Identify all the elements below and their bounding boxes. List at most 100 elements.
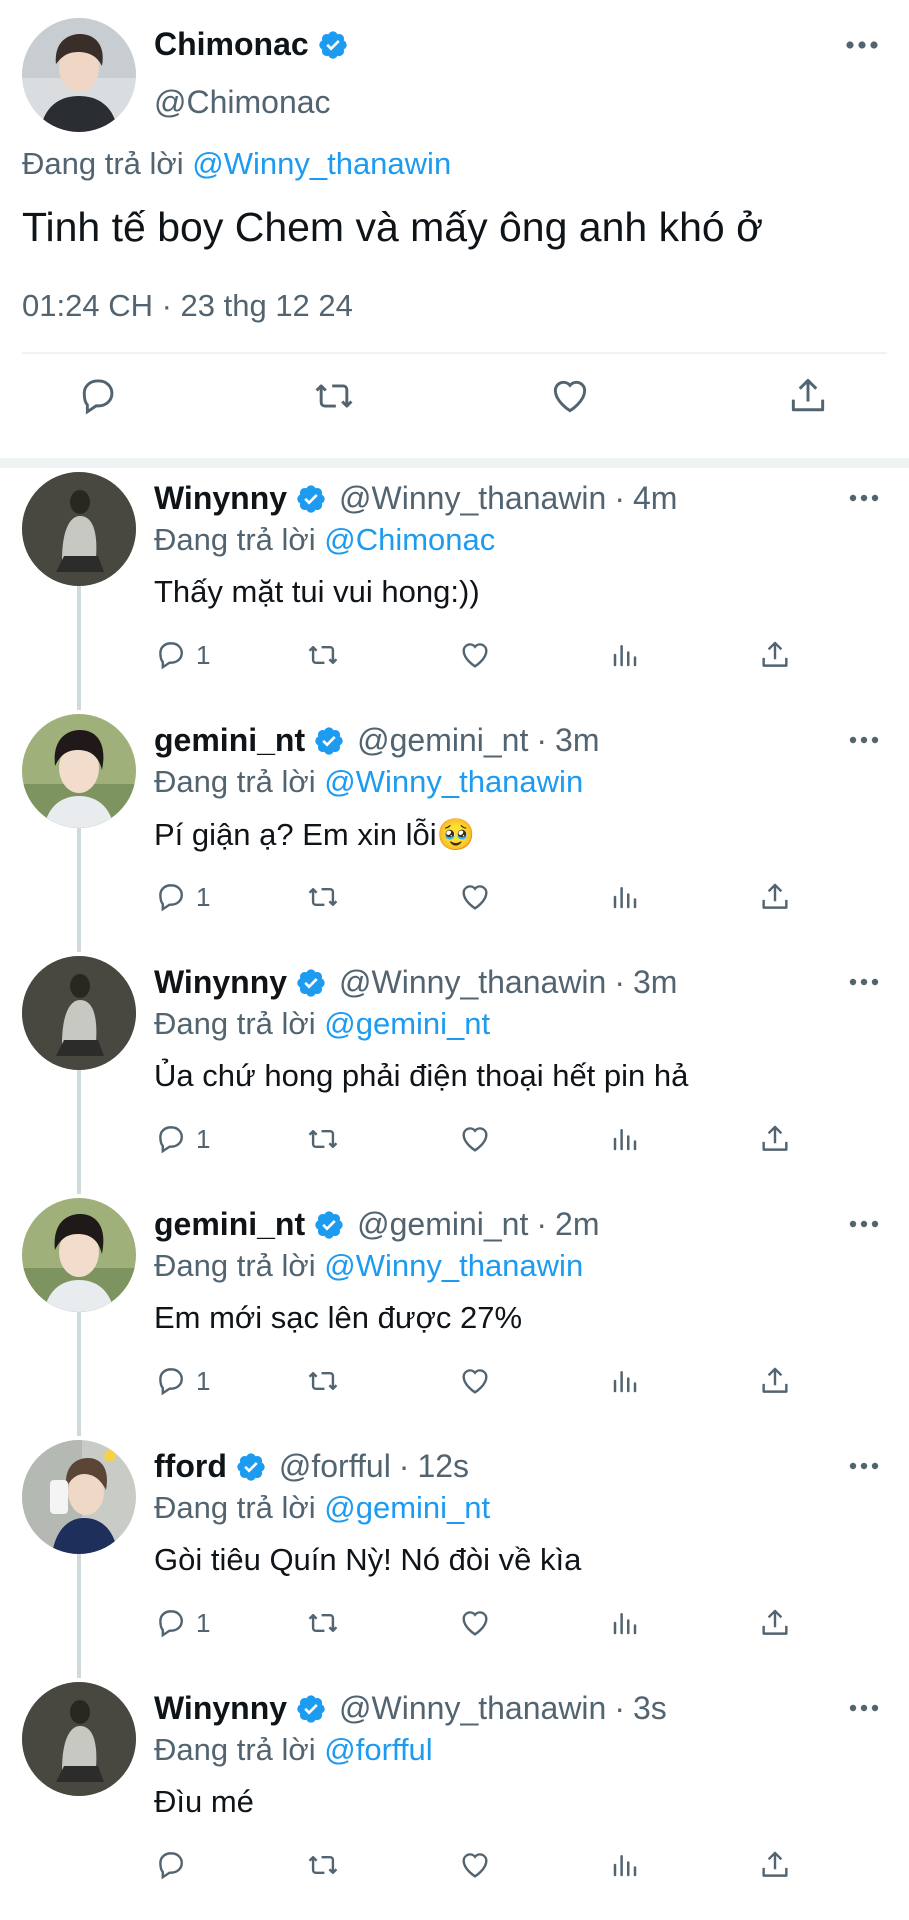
reply-icon[interactable] bbox=[154, 1364, 188, 1398]
avatar[interactable] bbox=[22, 1682, 136, 1796]
relative-time[interactable]: 3s bbox=[633, 1690, 667, 1727]
more-options-icon[interactable] bbox=[849, 1220, 879, 1228]
relative-time[interactable]: 4m bbox=[633, 480, 677, 517]
action-bar: 1 bbox=[0, 638, 909, 688]
avatar[interactable] bbox=[22, 18, 136, 132]
handle[interactable]: @forfful bbox=[279, 1448, 391, 1485]
display-name-text[interactable]: Chimonac bbox=[154, 26, 309, 63]
more-options-icon[interactable] bbox=[849, 978, 879, 986]
retweet-icon[interactable] bbox=[304, 638, 342, 672]
mention-link[interactable]: @Chimonac bbox=[324, 522, 495, 557]
retweet-icon[interactable] bbox=[304, 1122, 342, 1156]
views-icon[interactable] bbox=[610, 880, 640, 914]
display-name[interactable]: Winynny bbox=[154, 1690, 287, 1727]
relative-time[interactable]: 2m bbox=[555, 1206, 599, 1243]
replying-to: Đang trả lời @Winny_thanawin bbox=[22, 146, 451, 182]
more-options-icon[interactable] bbox=[845, 40, 879, 50]
reply-button[interactable] bbox=[154, 1848, 196, 1882]
avatar[interactable] bbox=[22, 1440, 136, 1554]
reply-button[interactable]: 1 bbox=[154, 1122, 210, 1156]
share-icon[interactable] bbox=[758, 638, 792, 672]
views-icon[interactable] bbox=[610, 1364, 640, 1398]
mention-link[interactable]: @gemini_nt bbox=[324, 1490, 490, 1525]
reply-button[interactable]: 1 bbox=[154, 1606, 210, 1640]
retweet-icon[interactable] bbox=[304, 1848, 342, 1882]
share-icon[interactable] bbox=[758, 880, 792, 914]
reply-tweet[interactable]: Winynny @Winny_thanawin · 4m Đang trả lờ… bbox=[0, 470, 909, 712]
share-icon[interactable] bbox=[786, 374, 830, 418]
verified-badge-icon bbox=[295, 967, 327, 999]
display-name[interactable]: fford bbox=[154, 1448, 227, 1485]
like-icon[interactable] bbox=[457, 1606, 493, 1640]
reply-tweet[interactable]: fford @forfful · 12s Đang trả lời @gemin… bbox=[0, 1438, 909, 1680]
views-icon[interactable] bbox=[610, 1122, 640, 1156]
reply-tweet[interactable]: Winynny @Winny_thanawin · 3s Đang trả lờ… bbox=[0, 1680, 909, 1920]
reply-button[interactable]: 1 bbox=[154, 1364, 210, 1398]
verified-badge-icon bbox=[295, 483, 327, 515]
like-icon[interactable] bbox=[548, 374, 592, 418]
views-icon[interactable] bbox=[610, 1848, 640, 1882]
reply-tweet[interactable]: Winynny @Winny_thanawin · 3m Đang trả lờ… bbox=[0, 954, 909, 1196]
replying-to: Đang trả lời @gemini_nt bbox=[154, 1006, 490, 1042]
handle[interactable]: @Winny_thanawin bbox=[339, 1690, 606, 1727]
handle[interactable]: @Winny_thanawin bbox=[339, 480, 606, 517]
share-icon[interactable] bbox=[758, 1364, 792, 1398]
avatar[interactable] bbox=[22, 472, 136, 586]
display-name[interactable]: gemini_nt bbox=[154, 1206, 305, 1243]
share-icon[interactable] bbox=[758, 1122, 792, 1156]
more-options-icon[interactable] bbox=[849, 1462, 879, 1470]
more-options-icon[interactable] bbox=[849, 1704, 879, 1712]
views-icon[interactable] bbox=[610, 1606, 640, 1640]
like-icon[interactable] bbox=[457, 1364, 493, 1398]
mention-link[interactable]: @Winny_thanawin bbox=[324, 1248, 583, 1283]
display-name[interactable]: Winynny bbox=[154, 480, 287, 517]
display-name[interactable]: gemini_nt bbox=[154, 722, 305, 759]
display-name[interactable]: Winynny bbox=[154, 964, 287, 1001]
reply-button[interactable]: 1 bbox=[154, 880, 210, 914]
like-icon[interactable] bbox=[457, 638, 493, 672]
like-icon[interactable] bbox=[457, 1848, 493, 1882]
action-bar: 1 bbox=[0, 1364, 909, 1414]
mention-link[interactable]: @Winny_thanawin bbox=[324, 764, 583, 799]
mention-link[interactable]: @Winny_thanawin bbox=[192, 146, 451, 181]
avatar[interactable] bbox=[22, 714, 136, 828]
display-name[interactable]: Chimonac bbox=[154, 26, 349, 63]
views-icon[interactable] bbox=[610, 638, 640, 672]
relative-time[interactable]: 12s bbox=[417, 1448, 469, 1485]
relative-time[interactable]: 3m bbox=[633, 964, 677, 1001]
reply-icon[interactable] bbox=[154, 1848, 188, 1882]
mention-link[interactable]: @forfful bbox=[324, 1732, 432, 1767]
mention-link[interactable]: @gemini_nt bbox=[324, 1006, 490, 1041]
reply-icon[interactable] bbox=[154, 1122, 188, 1156]
handle[interactable]: @gemini_nt bbox=[357, 1206, 528, 1243]
avatar[interactable] bbox=[22, 1198, 136, 1312]
reply-icon[interactable] bbox=[154, 1606, 188, 1640]
more-options-icon[interactable] bbox=[849, 494, 879, 502]
like-icon[interactable] bbox=[457, 1122, 493, 1156]
handle[interactable]: @Chimonac bbox=[154, 84, 331, 121]
tweet-thread-screen: Chimonac @Chimonac Đang trả lời @Winny_t… bbox=[0, 0, 909, 1920]
reply-icon[interactable] bbox=[76, 374, 120, 418]
timestamp[interactable]: 01:24 CH · 23 thg 12 24 bbox=[22, 288, 353, 324]
reply-icon[interactable] bbox=[154, 638, 188, 672]
replying-prefix: Đang trả lời bbox=[154, 522, 316, 557]
tweet-text: Tinh tế boy Chem và mấy ông anh khó ở bbox=[22, 204, 763, 250]
reply-header: Winynny @Winny_thanawin · 3m bbox=[154, 964, 677, 1001]
reply-button[interactable]: 1 bbox=[154, 638, 210, 672]
retweet-icon[interactable] bbox=[304, 1364, 342, 1398]
reply-tweet[interactable]: gemini_nt @gemini_nt · 3m Đang trả lời @… bbox=[0, 712, 909, 954]
retweet-icon[interactable] bbox=[304, 880, 342, 914]
more-options-icon[interactable] bbox=[849, 736, 879, 744]
avatar[interactable] bbox=[22, 956, 136, 1070]
handle[interactable]: @gemini_nt bbox=[357, 722, 528, 759]
retweet-icon[interactable] bbox=[312, 374, 356, 418]
share-icon[interactable] bbox=[758, 1848, 792, 1882]
handle[interactable]: @Winny_thanawin bbox=[339, 964, 606, 1001]
reply-icon[interactable] bbox=[154, 880, 188, 914]
reply-count: 1 bbox=[196, 881, 211, 912]
retweet-icon[interactable] bbox=[304, 1606, 342, 1640]
reply-tweet[interactable]: gemini_nt @gemini_nt · 2m Đang trả lời @… bbox=[0, 1196, 909, 1438]
like-icon[interactable] bbox=[457, 880, 493, 914]
relative-time[interactable]: 3m bbox=[555, 722, 599, 759]
share-icon[interactable] bbox=[758, 1606, 792, 1640]
